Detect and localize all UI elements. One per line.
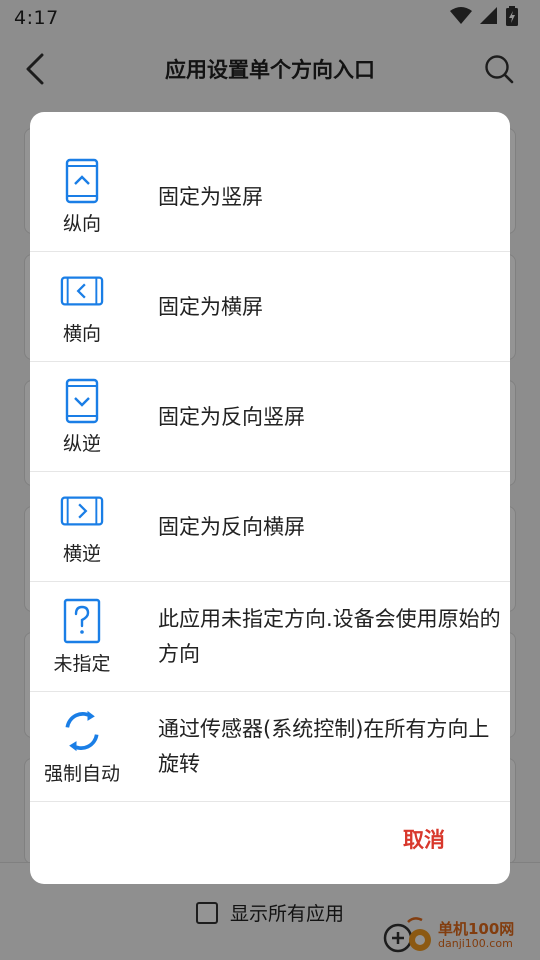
option-text: 此应用未指定方向.设备会使用原始的方向 [158,607,501,666]
orientation-dialog: 纵向 固定为竖屏 横向 固定为横屏 纵逆 固定为反向竖屏 横逆 固定为反向横屏 … [30,112,510,884]
option-short-label: 纵逆 [62,433,101,455]
option-short-label: 横逆 [62,543,101,565]
auto-rotate-icon [60,707,104,755]
dialog-footer: 取消 [30,802,510,884]
cancel-button[interactable]: 取消 [384,814,464,864]
unspecified-icon [60,597,104,645]
option-text: 固定为竖屏 [158,185,263,209]
option-short-label: 横向 [62,323,101,345]
option-text: 通过传感器(系统控制)在所有方向上旋转 [158,717,490,776]
option-reverse-landscape[interactable]: 横逆 固定为反向横屏 [30,472,510,582]
option-auto-rotate[interactable]: 强制自动 通过传感器(系统控制)在所有方向上旋转 [30,692,510,802]
option-portrait[interactable]: 纵向 固定为竖屏 [30,142,510,252]
option-reverse-portrait[interactable]: 纵逆 固定为反向竖屏 [30,362,510,472]
option-short-label: 强制自动 [43,763,120,785]
option-short-label: 未指定 [53,653,111,675]
reverse-landscape-icon [60,487,104,535]
portrait-icon [60,157,104,205]
option-text: 固定为反向横屏 [158,515,305,539]
landscape-icon [60,267,104,315]
option-text: 固定为横屏 [158,295,263,319]
option-unspecified[interactable]: 未指定 此应用未指定方向.设备会使用原始的方向 [30,582,510,692]
option-text: 固定为反向竖屏 [158,405,305,429]
reverse-portrait-icon [60,377,104,425]
option-short-label: 纵向 [62,213,101,235]
option-landscape[interactable]: 横向 固定为横屏 [30,252,510,362]
